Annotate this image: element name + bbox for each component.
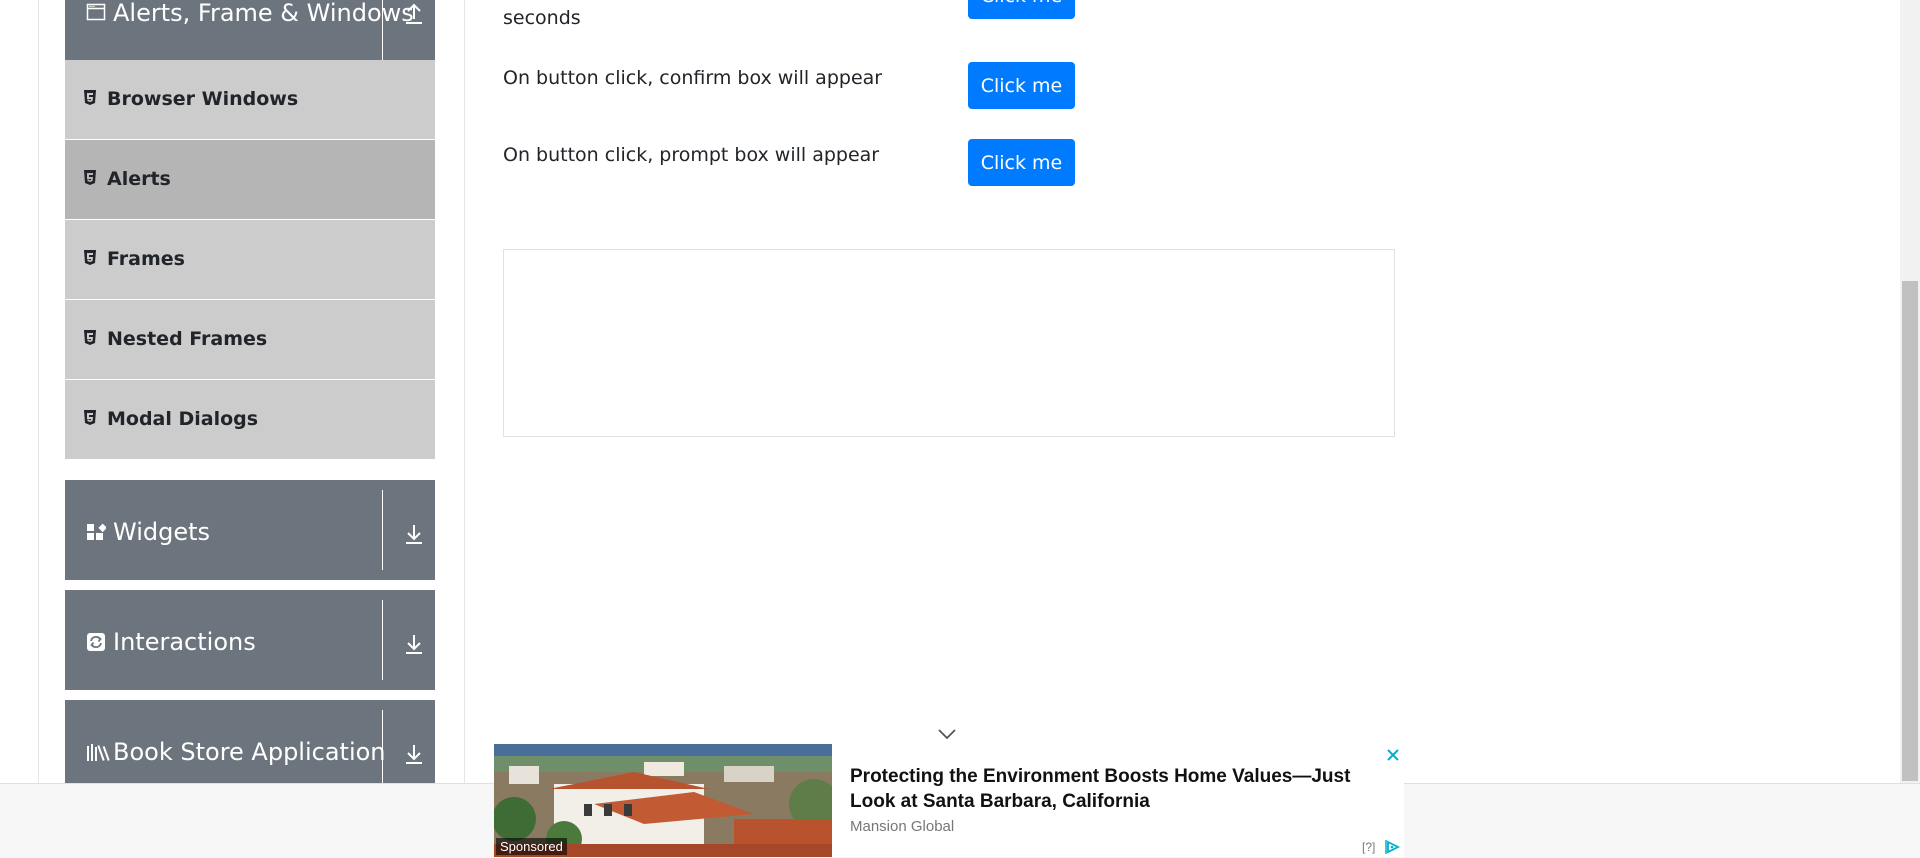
menu-item-nested-frames[interactable]: Nested Frames bbox=[65, 300, 435, 379]
menu-item-label: Alerts bbox=[107, 168, 171, 190]
window-icon bbox=[86, 3, 106, 21]
menu-item-modal-dialogs[interactable]: Modal Dialogs bbox=[65, 380, 435, 459]
scrollbar-thumb[interactable] bbox=[1902, 281, 1918, 781]
menu-item-label: Modal Dialogs bbox=[107, 408, 259, 430]
banner-source[interactable]: Mansion Global bbox=[850, 818, 954, 835]
menu-item-label: Nested Frames bbox=[107, 328, 268, 350]
group-divider bbox=[382, 600, 383, 680]
html5-icon bbox=[84, 250, 96, 265]
chevron-down-icon[interactable] bbox=[937, 726, 957, 742]
sponsored-label: Sponsored bbox=[496, 838, 567, 855]
html5-icon bbox=[84, 90, 96, 105]
collapse-arrow-icon[interactable] bbox=[403, 2, 425, 26]
expand-arrow-icon[interactable] bbox=[403, 742, 425, 766]
left-rail-border bbox=[38, 0, 39, 784]
banner-image[interactable]: Sponsored bbox=[494, 744, 832, 857]
adchoices-icon[interactable] bbox=[1384, 839, 1400, 855]
interactions-icon bbox=[87, 633, 105, 651]
sidebar-right-border bbox=[464, 0, 465, 784]
menu-item-browser-windows[interactable]: Browser Windows bbox=[65, 60, 435, 139]
menu-item-frames[interactable]: Frames bbox=[65, 220, 435, 299]
group-divider bbox=[382, 490, 383, 570]
html5-icon bbox=[84, 410, 96, 425]
menu-item-label: Frames bbox=[107, 248, 185, 270]
group-divider bbox=[382, 710, 383, 790]
group-label: Widgets bbox=[113, 518, 211, 546]
timer-alert-text: seconds bbox=[503, 7, 581, 29]
sponsored-banner[interactable]: Sponsored Protecting the Environment Boo… bbox=[494, 744, 1404, 857]
banner-headline[interactable]: Protecting the Environment Boosts Home V… bbox=[850, 764, 1390, 814]
expand-arrow-icon[interactable] bbox=[403, 522, 425, 546]
ad-placeholder bbox=[503, 249, 1395, 437]
alerts-frame-windows-menu: Browser Windows Alerts Frames Nested Fra… bbox=[65, 60, 435, 460]
prompt-button[interactable]: Click me bbox=[968, 139, 1075, 186]
confirm-alert-text: On button click, confirm box will appear bbox=[503, 67, 883, 89]
html5-icon bbox=[84, 330, 96, 345]
expand-arrow-icon[interactable] bbox=[403, 632, 425, 656]
close-icon[interactable] bbox=[1386, 748, 1400, 762]
group-label: Interactions bbox=[113, 628, 256, 656]
group-label: Alerts, Frame & Windows bbox=[113, 0, 414, 27]
adchoices-help[interactable]: [?] bbox=[1362, 840, 1375, 854]
widgets-icon bbox=[87, 523, 106, 540]
menu-item-label: Browser Windows bbox=[107, 88, 299, 110]
html5-icon bbox=[84, 170, 96, 185]
group-label: Book Store Application bbox=[113, 738, 386, 766]
prompt-alert-text: On button click, prompt box will appear bbox=[503, 144, 880, 166]
timer-alert-button[interactable]: Click me bbox=[968, 0, 1075, 19]
group-header-widgets[interactable]: Widgets bbox=[65, 480, 435, 580]
confirm-button[interactable]: Click me bbox=[968, 62, 1075, 109]
group-header-alerts-frame-windows[interactable]: Alerts, Frame & Windows bbox=[65, 0, 435, 80]
group-header-interactions[interactable]: Interactions bbox=[65, 590, 435, 690]
menu-item-alerts[interactable]: Alerts bbox=[65, 140, 435, 219]
book-store-icon bbox=[87, 744, 110, 761]
